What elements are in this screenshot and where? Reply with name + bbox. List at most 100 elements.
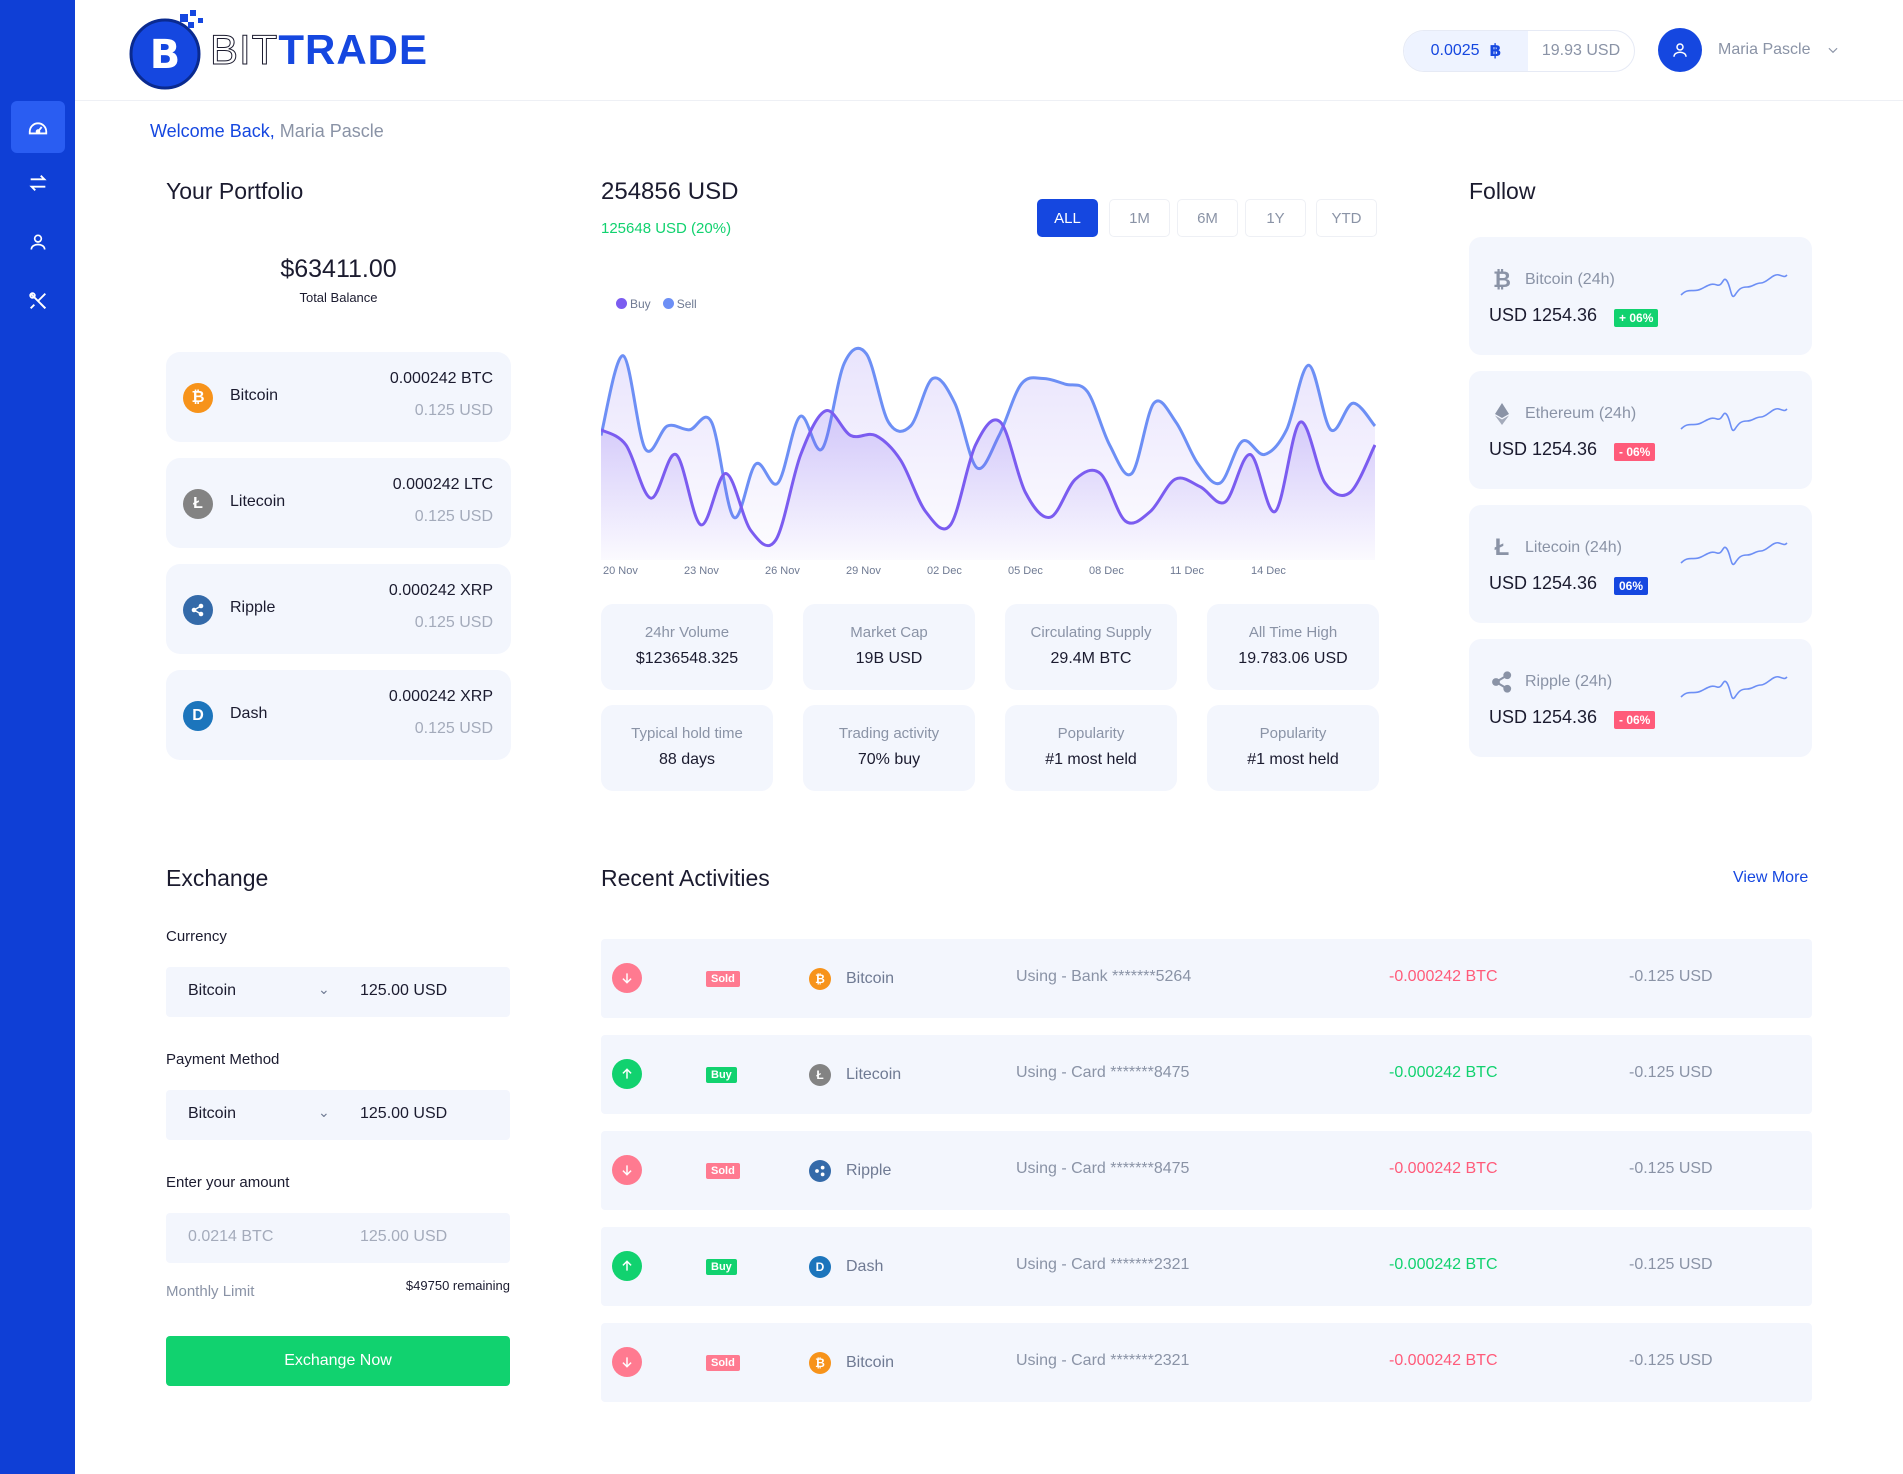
user-icon (30, 234, 46, 250)
currency-label: Currency (166, 928, 227, 945)
bitcoin-icon: ₿ (809, 968, 831, 990)
nav-settings[interactable] (11, 275, 65, 327)
range-tab-6m[interactable]: 6M (1177, 199, 1238, 237)
currency-select[interactable]: Bitcoin (188, 982, 236, 1000)
follow-card[interactable]: Ripple (24h) USD 1254.36 - 06% (1469, 639, 1812, 757)
x-tick-label: 11 Dec (1170, 565, 1205, 577)
stat-card: Trading activity 70% buy (803, 705, 975, 791)
activity-method: Using - Card *******8475 (1016, 1160, 1190, 1177)
stat-card: Typical hold time 88 days (601, 705, 773, 791)
coin-amount: 0.000242 LTC (392, 476, 493, 493)
coin-amount: 0.000242 XRP (388, 582, 493, 599)
range-tab-all[interactable]: ALL (1037, 199, 1098, 237)
change-badge: + 06% (1614, 309, 1659, 327)
activity-method: Using - Card *******2321 (1016, 1256, 1190, 1273)
monthly-limit-label: Monthly Limit (166, 1283, 255, 1300)
balance-pill[interactable]: 0.0025 ฿ 19.93 USD (1403, 30, 1635, 72)
activity-btc: -0.000242 BTC (1389, 1064, 1498, 1081)
legend-sell[interactable]: Sell (662, 297, 697, 311)
stat-value: 29.4M BTC (1050, 650, 1132, 667)
nav-dashboard[interactable] (11, 101, 65, 153)
payment-amount-input[interactable]: 125.00 USD (360, 1105, 447, 1123)
ripple-icon (183, 595, 213, 625)
activity-usd: -0.125 USD (1629, 1352, 1713, 1369)
stat-label: 24hr Volume (644, 624, 730, 641)
dash-icon: D (183, 701, 213, 731)
coin-name: Ripple (230, 599, 276, 616)
activity-method: Using - Bank *******5264 (1016, 968, 1192, 985)
price-chart[interactable]: 20 Nov 23 Nov 26 Nov 29 Nov 02 Dec 05 Dec 08 D… (601, 330, 1376, 580)
activity-coin: Bitcoin (846, 970, 895, 987)
amount-usd-input[interactable]: 125.00 USD (360, 1228, 447, 1246)
logo[interactable]: B BITTRADE (128, 10, 427, 90)
activity-usd: -0.125 USD (1629, 1160, 1713, 1177)
coin-usd-value: 0.125 USD (414, 402, 493, 419)
chevron-down-icon[interactable]: ⌄ (318, 1104, 330, 1121)
x-tick-label: 08 Dec (1089, 565, 1124, 577)
follow-title: Follow (1469, 178, 1536, 204)
amount-label: Enter your amount (166, 1174, 290, 1191)
portfolio-coin-card[interactable]: D Dash 0.000242 XRP 0.125 USD (166, 670, 511, 760)
activity-usd: -0.125 USD (1629, 1256, 1713, 1273)
follow-coin-name: Litecoin (24h) (1525, 539, 1622, 556)
activity-row[interactable]: Buy D Dash Using - Card *******2321 -0.0… (601, 1227, 1812, 1306)
swap-icon (29, 175, 47, 191)
stat-card: All Time High 19.783.06 USD (1207, 604, 1379, 690)
portfolio-coin-card[interactable]: Ł Litecoin 0.000242 LTC 0.125 USD (166, 458, 511, 548)
bitcoin-icon: ₿ (183, 383, 213, 413)
btc-balance-value: 0.0025 (1430, 42, 1480, 59)
view-more-link[interactable]: View More (1733, 869, 1808, 887)
sparkline (1680, 407, 1788, 432)
btc-balance: 0.0025 ฿ (1404, 31, 1528, 71)
stat-label: Market Cap (850, 624, 928, 641)
litecoin-icon: Ł (1494, 534, 1510, 561)
follow-card[interactable]: ₿ Bitcoin (24h) USD 1254.36 + 06% (1469, 237, 1812, 355)
activity-row[interactable]: Buy Ł Litecoin Using - Card *******8475 … (601, 1035, 1812, 1114)
x-tick-label: 23 Nov (684, 565, 719, 577)
range-tab-1y[interactable]: 1Y (1245, 199, 1306, 237)
bitcoin-icon: ₿ (809, 1352, 831, 1374)
activity-method: Using - Card *******8475 (1016, 1064, 1190, 1081)
amount-btc-input[interactable]: 0.0214 BTC (188, 1228, 273, 1246)
coin-amount: 0.000242 BTC (389, 370, 493, 387)
portfolio-coin-card[interactable]: Ripple 0.000242 XRP 0.125 USD (166, 564, 511, 654)
follow-price: USD 1254.36 (1489, 305, 1598, 325)
follow-coin-name: Ethereum (24h) (1525, 405, 1637, 422)
nav-exchange[interactable] (11, 157, 65, 209)
range-tab-ytd[interactable]: YTD (1316, 199, 1377, 237)
legend-buy[interactable]: Buy (616, 297, 651, 311)
stat-label: Popularity (1259, 725, 1327, 742)
follow-price: USD 1254.36 (1489, 707, 1598, 727)
activity-row[interactable]: Sold Ripple Using - Card *******8475 -0.… (601, 1131, 1812, 1210)
total-balance-amount: $63411.00 (280, 255, 397, 283)
chart-legend: Buy Sell (616, 297, 697, 311)
chevron-down-icon[interactable]: ⌄ (318, 981, 330, 998)
portfolio-title: Your Portfolio (166, 178, 304, 204)
user-icon (1673, 43, 1687, 57)
bitcoin-icon: ₿ (1493, 267, 1511, 292)
top-bar: B BITTRADE 0.0025 ฿ 19.93 USD Maria Pasc… (75, 0, 1903, 101)
x-tick-label: 02 Dec (927, 565, 962, 577)
coin-usd-value: 0.125 USD (414, 720, 493, 737)
currency-amount-input[interactable]: 125.00 USD (360, 982, 447, 1000)
user-menu[interactable]: Maria Pascle (1658, 28, 1840, 72)
exchange-now-button[interactable]: Exchange Now (166, 1336, 510, 1386)
range-tab-1m[interactable]: 1M (1109, 199, 1170, 237)
follow-card[interactable]: Ł Litecoin (24h) USD 1254.36 06% (1469, 505, 1812, 623)
bitcoin-icon: ฿ (1489, 41, 1502, 60)
follow-coin-name: Bitcoin (24h) (1525, 271, 1615, 288)
sidebar (0, 0, 75, 1474)
stat-value: 19B USD (855, 650, 923, 667)
avatar (1658, 28, 1702, 72)
change-badge: - 06% (1614, 443, 1656, 461)
status-badge: Buy (706, 1259, 737, 1275)
nav-profile[interactable] (11, 216, 65, 268)
stat-label: Trading activity (838, 725, 940, 742)
payment-method-label: Payment Method (166, 1051, 280, 1068)
activity-row[interactable]: Sold ₿ Bitcoin Using - Card *******2321 … (601, 1323, 1812, 1402)
portfolio-coin-card[interactable]: ₿ Bitcoin 0.000242 BTC 0.125 USD (166, 352, 511, 442)
stat-label: All Time High (1248, 624, 1338, 641)
follow-card[interactable]: Ethereum (24h) USD 1254.36 - 06% (1469, 371, 1812, 489)
activity-row[interactable]: Sold ₿ Bitcoin Using - Bank *******5264 … (601, 939, 1812, 1018)
payment-method-select[interactable]: Bitcoin (188, 1105, 236, 1123)
